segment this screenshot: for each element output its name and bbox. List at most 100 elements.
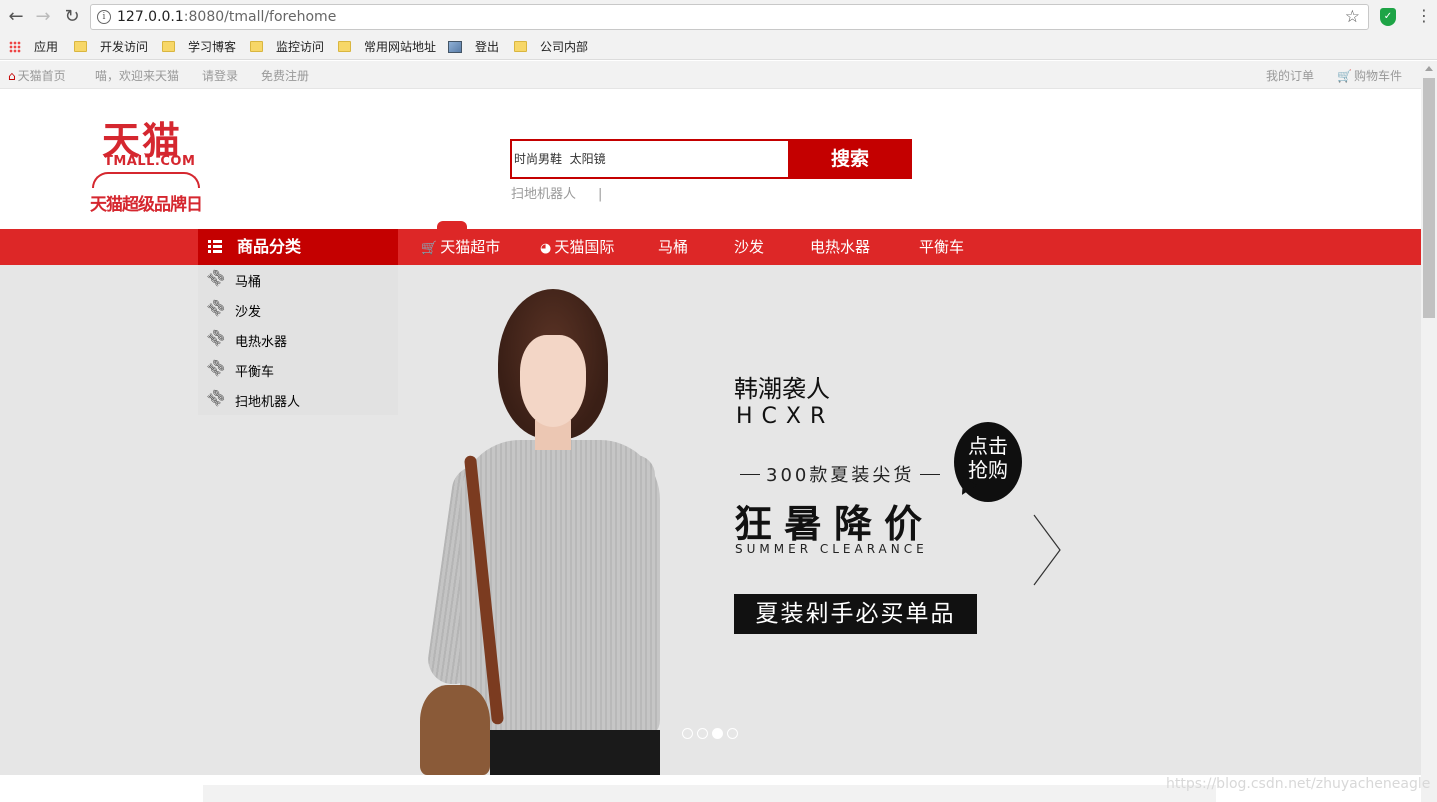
folder-icon xyxy=(514,41,527,52)
nav-label: 天猫超市 xyxy=(440,238,501,256)
home-link-label: 天猫首页 xyxy=(17,69,66,83)
logo-en: TMALL.COM xyxy=(104,154,196,169)
category-item[interactable]: ⛓ 沙发 xyxy=(198,295,398,325)
forward-arrow-icon[interactable]: → xyxy=(32,6,54,28)
banner-headline: 狂暑降价 xyxy=(734,502,935,546)
category-label: 电热水器 xyxy=(235,335,288,350)
cart-icon: 🛒 xyxy=(421,241,438,256)
next-slide-icon[interactable] xyxy=(1030,513,1062,587)
bookmark-common-sites[interactable]: 常用网站地址 xyxy=(338,38,436,56)
browser-menu-icon[interactable]: ⋮ xyxy=(1416,6,1432,25)
banner-english: SUMMER CLEARANCE xyxy=(735,542,928,556)
banner-model-image xyxy=(420,285,670,775)
search-box: 搜索 xyxy=(510,139,912,179)
hot-keyword-separator: | xyxy=(598,187,603,202)
cat-outline-icon xyxy=(92,172,200,188)
bookmark-label: 开发访问 xyxy=(100,40,149,54)
category-item[interactable]: ⛓ 扫地机器人 xyxy=(198,385,398,415)
nav-toilet[interactable]: 马桶 xyxy=(658,229,688,265)
folder-icon xyxy=(74,41,87,52)
category-menu-label: 商品分类 xyxy=(237,237,302,256)
image-icon xyxy=(448,41,462,53)
banner-code: HCXR xyxy=(736,404,835,429)
folder-icon xyxy=(162,41,175,52)
bookmark-label: 应用 xyxy=(34,40,59,54)
nav-balance-scooter[interactable]: 平衡车 xyxy=(919,229,964,265)
bookmark-study-blog[interactable]: 学习博客 xyxy=(162,38,236,56)
hot-keywords: 扫地机器人 | xyxy=(511,183,602,202)
folder-icon xyxy=(338,41,351,52)
category-item[interactable]: ⛓ 马桶 xyxy=(198,265,398,295)
content-strip xyxy=(203,785,1216,802)
bookmark-label: 学习博客 xyxy=(188,40,237,54)
category-menu-button[interactable]: 商品分类 xyxy=(198,229,398,265)
category-label: 扫地机器人 xyxy=(235,395,301,410)
apps-grid-icon xyxy=(9,41,21,53)
site-top-bar: ⌂ 天猫首页 喵，欢迎来天猫 请登录 免费注册 我的订单 🛒 购物车件 xyxy=(0,61,1421,89)
nav-tmall-global[interactable]: ◕ 天猫国际 xyxy=(540,229,614,265)
banner-title: 韩潮袭人 xyxy=(734,375,830,403)
list-icon xyxy=(208,240,222,253)
register-link[interactable]: 免费注册 xyxy=(261,67,309,84)
tmall-logo[interactable]: 天猫 TMALL.COM 天猫超级品牌日 xyxy=(90,110,203,218)
link-icon: ⛓ xyxy=(204,266,229,290)
cart-link[interactable]: 🛒 购物车件 xyxy=(1337,67,1402,84)
address-url[interactable]: 127.0.0.1:8080/tmall/forehome xyxy=(117,9,336,25)
nav-tmall-supermarket[interactable]: 🛒 天猫超市 xyxy=(421,229,500,265)
banner-subtitle-text: 300款夏装尖货 xyxy=(766,465,915,486)
bookmark-label: 登出 xyxy=(475,40,500,54)
my-orders-link[interactable]: 我的订单 xyxy=(1266,67,1314,84)
home-icon: ⌂ xyxy=(8,69,16,83)
category-item[interactable]: ⛓ 电热水器 xyxy=(198,325,398,355)
globe-icon: ◕ xyxy=(540,241,552,256)
bookmark-apps[interactable]: 应用 xyxy=(9,38,58,56)
welcome-text: 喵，欢迎来天猫 xyxy=(95,69,180,83)
carousel-dot[interactable] xyxy=(727,728,738,739)
scroll-up-icon[interactable] xyxy=(1425,66,1433,71)
scrollbar-thumb[interactable] xyxy=(1423,78,1435,318)
hero-carousel: ⛓ 马桶 ⛓ 沙发 ⛓ 电热水器 ⛓ 平衡车 ⛓ 扫地机器人 韩潮袭人 HCXR 300款… xyxy=(0,265,1421,775)
carousel-dot[interactable] xyxy=(697,728,708,739)
browser-toolbar: ← → ↻ i 127.0.0.1:8080/tmall/forehome ☆ … xyxy=(0,0,1437,34)
buy-now-bubble[interactable]: 点击 抢购 xyxy=(954,422,1022,502)
carousel-dot[interactable] xyxy=(682,728,693,739)
banner-subtitle: 300款夏装尖货 xyxy=(734,461,946,487)
carousel-dot-active[interactable] xyxy=(712,728,723,739)
cart-icon: 🛒 xyxy=(1337,69,1352,83)
search-input[interactable] xyxy=(512,141,788,177)
banner-cta-button[interactable]: 夏装剁手必买单品 xyxy=(734,594,977,634)
bubble-line-2: 抢购 xyxy=(968,458,1008,482)
site-info-icon[interactable]: i xyxy=(97,10,111,24)
hot-keyword[interactable]: 扫地机器人 xyxy=(511,187,576,202)
search-button[interactable]: 搜索 xyxy=(788,139,912,179)
bookmark-monitor[interactable]: 监控访问 xyxy=(250,38,324,56)
bookmark-label: 常用网站地址 xyxy=(364,40,437,54)
category-list: ⛓ 马桶 ⛓ 沙发 ⛓ 电热水器 ⛓ 平衡车 ⛓ 扫地机器人 xyxy=(198,265,398,415)
category-item[interactable]: ⛓ 平衡车 xyxy=(198,355,398,385)
address-bar[interactable]: i 127.0.0.1:8080/tmall/forehome ☆ xyxy=(90,4,1369,30)
url-path: :8080/tmall/forehome xyxy=(183,9,337,25)
reload-icon[interactable]: ↻ xyxy=(61,6,83,28)
category-label: 沙发 xyxy=(235,305,262,320)
link-icon: ⛓ xyxy=(204,326,229,350)
bookmark-label: 监控访问 xyxy=(276,40,325,54)
link-icon: ⛓ xyxy=(204,356,229,380)
home-link[interactable]: ⌂ 天猫首页 xyxy=(8,67,66,84)
page-scrollbar[interactable] xyxy=(1421,61,1437,802)
watermark-text: https://blog.csdn.net/zhuyacheneagle xyxy=(1166,776,1431,792)
folder-icon xyxy=(250,41,263,52)
nav-sofa[interactable]: 沙发 xyxy=(734,229,764,265)
cart-link-label: 购物车件 xyxy=(1353,69,1402,83)
bookmark-dev-access[interactable]: 开发访问 xyxy=(74,38,148,56)
category-label: 马桶 xyxy=(235,275,262,290)
back-arrow-icon[interactable]: ← xyxy=(5,6,27,28)
login-link[interactable]: 请登录 xyxy=(202,67,238,84)
category-label: 平衡车 xyxy=(235,365,275,380)
bookmark-star-icon[interactable]: ☆ xyxy=(1345,7,1360,27)
link-icon: ⛓ xyxy=(204,386,229,410)
bookmark-logout[interactable]: 登出 xyxy=(448,38,499,56)
shield-extension-icon[interactable]: ✓ xyxy=(1380,8,1396,26)
bookmark-company[interactable]: 公司内部 xyxy=(514,38,588,56)
nav-water-heater[interactable]: 电热水器 xyxy=(810,229,870,265)
bookmarks-bar: 应用 开发访问 学习博客 监控访问 常用网站地址 登出 公司内部 xyxy=(0,34,1437,60)
